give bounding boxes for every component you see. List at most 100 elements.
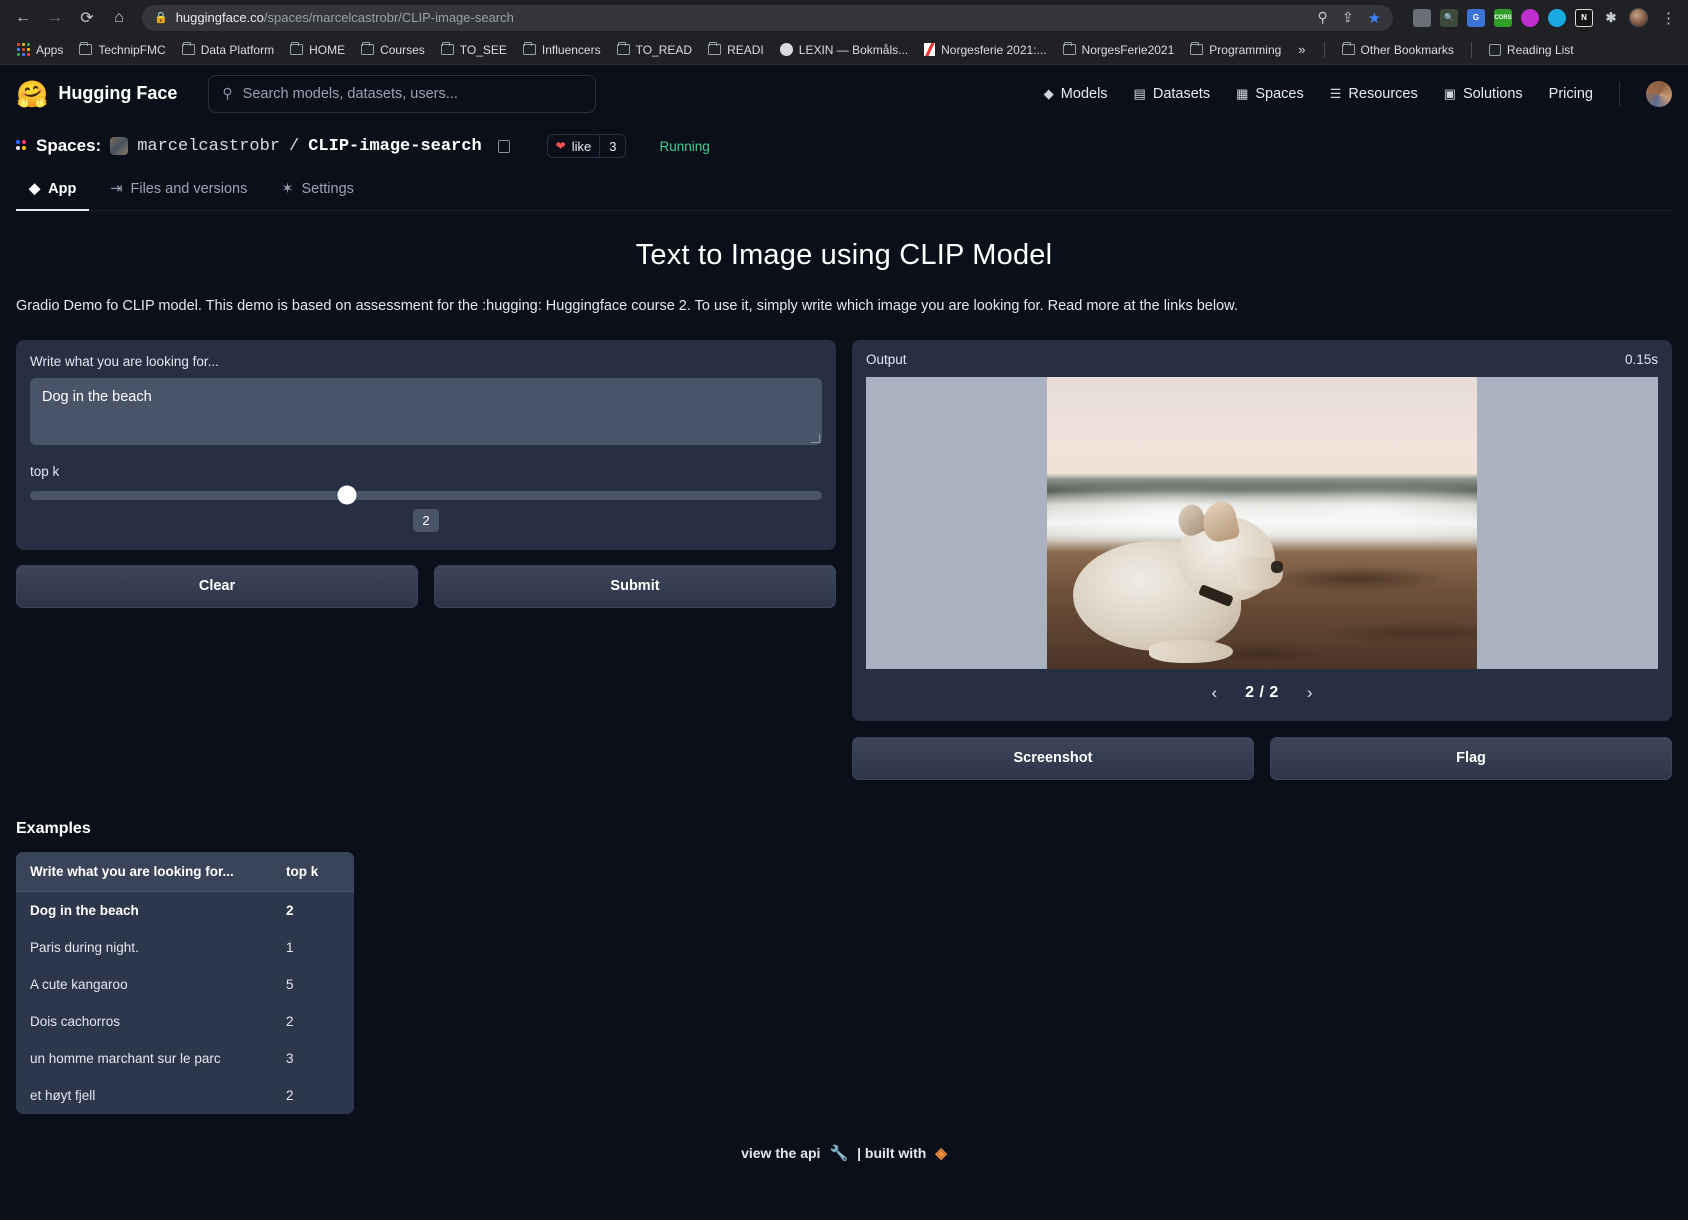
cube-icon: ◆ <box>1043 85 1054 101</box>
share-icon[interactable]: ⇪ <box>1342 9 1354 26</box>
space-name[interactable]: CLIP-image-search <box>308 137 481 156</box>
hf-search-box[interactable]: ⚲ <box>208 74 597 113</box>
nav-item-datasets[interactable]: ▤ Datasets <box>1134 86 1211 102</box>
input-button-row: Clear Submit <box>16 564 836 608</box>
output-gallery[interactable] <box>866 376 1658 669</box>
bookmark-influencers[interactable]: Influencers <box>516 40 608 60</box>
hf-logo[interactable]: 🤗 Hugging Face <box>16 81 177 107</box>
nav-label: Resources <box>1348 85 1418 102</box>
table-row[interactable]: un homme marchant sur le parc 3 <box>16 1040 354 1077</box>
forward-button[interactable]: → <box>40 3 70 33</box>
extension-cyan-icon[interactable] <box>1548 8 1566 27</box>
app-footer: view the api 🔧 | built with ◈ <box>0 1144 1688 1162</box>
table-row[interactable]: Dog in the beach 2 <box>16 892 354 929</box>
clear-button[interactable]: Clear <box>16 564 418 608</box>
bookmarks-overflow-icon[interactable]: » <box>1290 42 1313 57</box>
gradio-logo-icon[interactable]: ◈ <box>935 1144 947 1162</box>
screenshot-button[interactable]: Screenshot <box>852 736 1254 780</box>
bookmark-to-see[interactable]: TO_SEE <box>434 40 514 60</box>
nav-item-spaces[interactable]: ▦ Spaces <box>1236 86 1304 102</box>
slider-thumb[interactable] <box>337 485 357 505</box>
table-row[interactable]: A cute kangaroo 5 <box>16 966 354 1003</box>
view-api-link[interactable]: view the api <box>741 1145 820 1161</box>
column-header-topk: top k <box>286 863 319 879</box>
like-button-left[interactable]: ❤ like <box>548 135 600 157</box>
gallery-image[interactable] <box>1047 376 1477 669</box>
bookmark-label: Programming <box>1209 42 1282 57</box>
gallery-prev-button[interactable]: ‹ <box>1212 683 1218 703</box>
table-row[interactable]: Dois cachorros 2 <box>16 1003 354 1040</box>
browser-profile-avatar[interactable] <box>1629 8 1648 27</box>
extension-notes-icon[interactable]: N <box>1575 8 1593 27</box>
back-button[interactable]: ← <box>8 3 38 33</box>
folder-icon <box>361 41 375 55</box>
bookmark-other-bookmarks[interactable]: Other Bookmarks <box>1335 40 1461 60</box>
output-button-row: Screenshot Flag <box>852 736 1672 780</box>
header-divider <box>1619 81 1620 106</box>
other-bookmarks-label: Other Bookmarks <box>1360 42 1454 57</box>
search-textarea[interactable]: Dog in the beach <box>30 377 822 445</box>
gear-icon: ✶ <box>281 181 294 197</box>
dog-subject <box>1072 498 1284 663</box>
examples-title: Examples <box>16 819 91 837</box>
bookmark-readi[interactable]: READI <box>701 40 771 60</box>
table-row[interactable]: et høyt fjell 2 <box>16 1077 354 1114</box>
gallery-next-button[interactable]: › <box>1307 683 1313 703</box>
bookmark-technipfmc[interactable]: TechnipFMC <box>72 40 172 60</box>
breadcrumb-separator: / <box>289 136 300 156</box>
nav-item-pricing[interactable]: Pricing <box>1549 86 1593 102</box>
home-button[interactable]: ⌂ <box>104 3 134 33</box>
bookmark-lexin[interactable]: LEXIN — Bokmåls... <box>773 40 915 60</box>
flag-button[interactable]: Flag <box>1270 736 1672 780</box>
bookmark-programming[interactable]: Programming <box>1183 40 1288 60</box>
extension-tabs-icon[interactable] <box>1413 8 1431 27</box>
extension-magnifier-icon[interactable]: 🔍 <box>1440 8 1458 27</box>
bookmark-home[interactable]: HOME <box>283 40 352 60</box>
extension-cors-icon[interactable]: CORS <box>1494 8 1512 27</box>
bookmark-reading-list[interactable]: Reading List <box>1482 40 1581 60</box>
extension-purple-icon[interactable] <box>1521 8 1539 27</box>
bookmark-star-icon[interactable]: ★ <box>1368 9 1381 27</box>
bookmark-norgesferie2021-folder[interactable]: NorgesFerie2021 <box>1056 40 1182 60</box>
table-row[interactable]: Paris during night. 1 <box>16 929 354 966</box>
nav-label: Solutions <box>1463 85 1523 102</box>
topk-slider[interactable] <box>30 485 822 505</box>
bookmark-apps[interactable]: Apps <box>10 40 70 60</box>
column-header-text: Write what you are looking for... <box>30 863 234 879</box>
output-duration: 0.15s <box>1624 351 1658 367</box>
copy-icon[interactable] <box>497 139 510 153</box>
space-header: Spaces: marcelcastrobr / CLIP-image-sear… <box>0 122 1688 211</box>
like-button[interactable]: ❤ like 3 <box>546 134 627 158</box>
spaces-label: Spaces: <box>36 136 102 155</box>
browser-menu-icon[interactable]: ⋮ <box>1657 9 1680 27</box>
hugging-face-logo-icon: 🤗 <box>16 78 49 109</box>
search-input[interactable] <box>242 85 583 102</box>
bookmark-to-read[interactable]: TO_READ <box>610 40 699 60</box>
zoom-icon[interactable]: ⚲ <box>1318 9 1328 26</box>
textarea-resize-handle[interactable] <box>811 433 820 443</box>
tab-app[interactable]: ◆ App <box>16 172 90 211</box>
bookmark-data-platform[interactable]: Data Platform <box>175 40 281 60</box>
lock-icon: 🔒 <box>154 12 168 24</box>
nav-item-models[interactable]: ◆ Models <box>1044 86 1108 102</box>
page-title: Text to Image using CLIP Model <box>635 239 1053 271</box>
bookmark-courses[interactable]: Courses <box>354 40 432 60</box>
reload-button[interactable]: ⟳ <box>72 3 102 33</box>
extension-puzzle-icon[interactable]: ✱ <box>1602 9 1620 27</box>
gallery-nav: ‹ 2 / 2 › <box>866 669 1658 707</box>
user-avatar[interactable] <box>1646 80 1672 107</box>
database-icon: ▤ <box>1133 85 1146 101</box>
tab-files-and-versions[interactable]: ⇥ Files and versions <box>97 172 260 211</box>
space-owner-link[interactable]: marcelcastrobr <box>137 137 280 156</box>
nav-item-solutions[interactable]: ▣ Solutions <box>1444 86 1523 102</box>
address-bar[interactable]: 🔒 huggingface.co/spaces/marcelcastrobr/C… <box>142 4 1393 31</box>
folder-icon <box>79 41 93 55</box>
submit-button[interactable]: Submit <box>434 564 836 608</box>
tab-settings[interactable]: ✶ Settings <box>268 172 367 211</box>
apps-grid-icon <box>17 43 30 56</box>
extension-google-translate-icon[interactable]: G <box>1467 8 1485 27</box>
bookmark-label: Norgesferie 2021:... <box>941 42 1047 57</box>
example-topk: 5 <box>286 976 294 992</box>
bookmark-norgesferie-2021[interactable]: Norgesferie 2021:... <box>917 40 1053 60</box>
nav-item-resources[interactable]: ☰ Resources <box>1330 86 1418 102</box>
